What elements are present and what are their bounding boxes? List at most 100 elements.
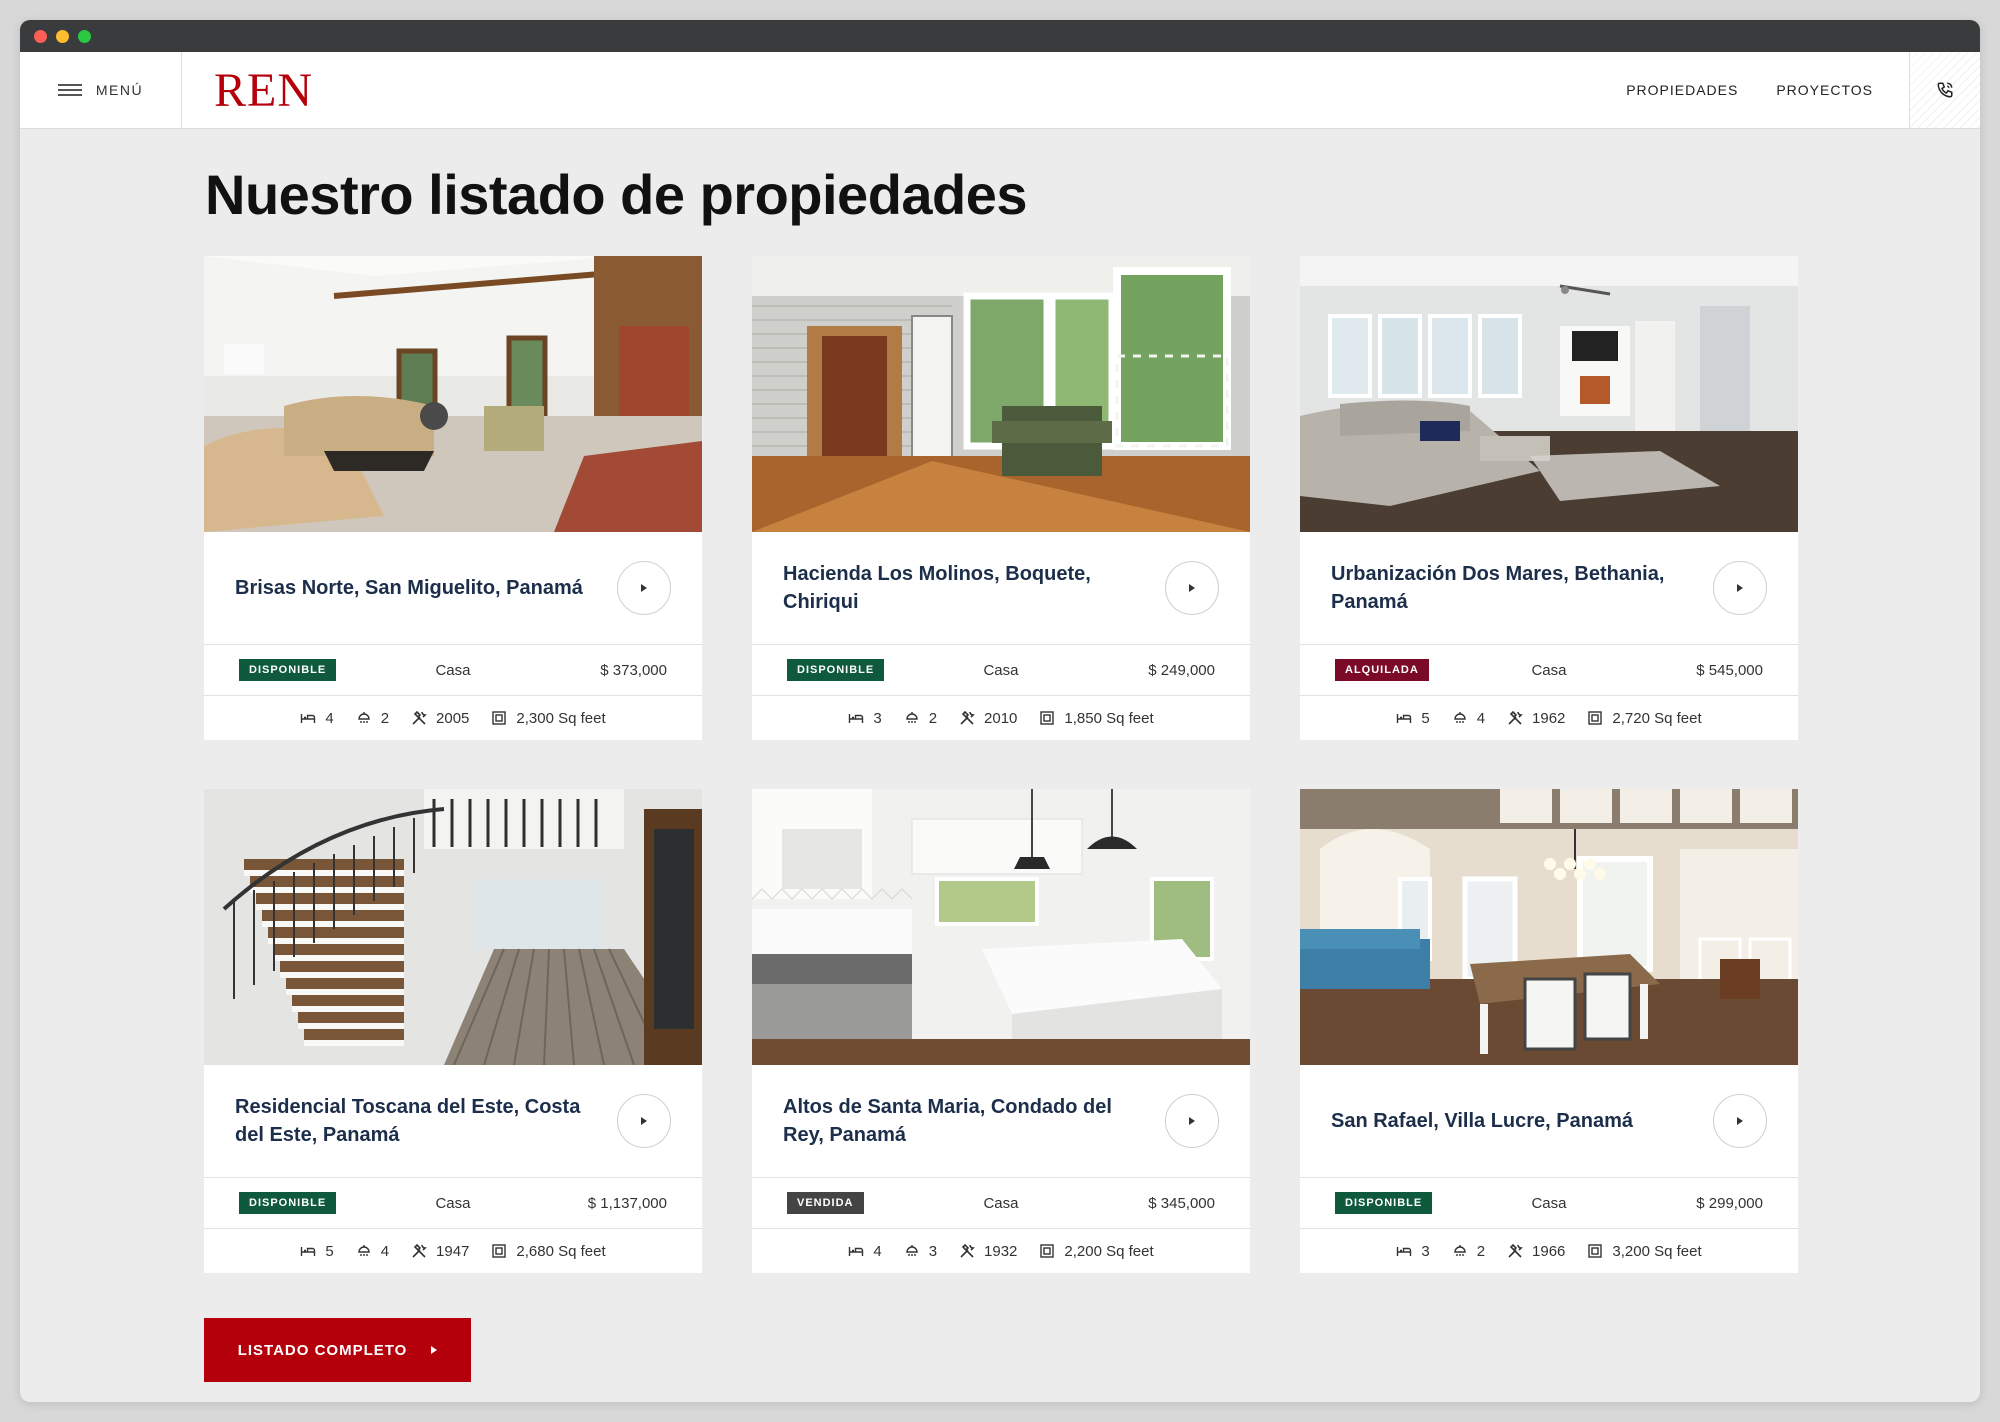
- property-type: Casa: [435, 661, 471, 679]
- nav-link-propiedades[interactable]: PROPIEDADES: [1626, 82, 1738, 98]
- property-card[interactable]: Altos de Santa Maria, Condado del Rey, P…: [752, 789, 1250, 1273]
- bathrooms: 4: [1452, 710, 1485, 727]
- property-title[interactable]: Residencial Toscana del Este, Costa del …: [235, 1093, 585, 1149]
- brand-logo[interactable]: REN: [182, 52, 313, 128]
- shower-icon: [357, 1245, 370, 1256]
- bedrooms: 3: [848, 709, 882, 727]
- property-price: $ 345,000: [1148, 1194, 1215, 1212]
- property-type: Casa: [435, 1194, 471, 1212]
- card-meta: VENDIDA Casa $ 345,000: [752, 1178, 1250, 1229]
- property-title[interactable]: San Rafael, Villa Lucre, Panamá: [1331, 1107, 1633, 1135]
- card-features: 5 4 1947 2,680 Sq feet: [204, 1229, 702, 1273]
- shower-icon: [1453, 1245, 1466, 1256]
- status-badge: DISPONIBLE: [787, 659, 885, 681]
- property-photo[interactable]: [1300, 789, 1798, 1065]
- area: 2,680 Sq feet: [491, 1243, 606, 1260]
- bathrooms-count: 2: [1476, 1242, 1486, 1260]
- property-price: $ 299,000: [1696, 1194, 1763, 1212]
- property-photo[interactable]: [204, 256, 702, 532]
- property-title[interactable]: Altos de Santa Maria, Condado del Rey, P…: [783, 1093, 1133, 1149]
- view-property-button[interactable]: [617, 1094, 671, 1148]
- year-built: 2010: [959, 710, 1017, 727]
- bathrooms-count: 4: [380, 1242, 390, 1260]
- property-price: $ 1,137,000: [587, 1194, 667, 1212]
- bed-icon: [1397, 714, 1412, 723]
- property-card[interactable]: Urbanización Dos Mares, Bethania, Panamá…: [1300, 256, 1798, 740]
- year-built-value: 1966: [1532, 1242, 1566, 1260]
- tools-icon: [412, 1243, 427, 1258]
- bed-icon: [1397, 1247, 1412, 1256]
- card-header: Hacienda Los Molinos, Boquete, Chiriqui: [752, 532, 1250, 645]
- card-header: San Rafael, Villa Lucre, Panamá: [1300, 1065, 1798, 1178]
- view-property-button[interactable]: [1713, 561, 1767, 615]
- property-photo[interactable]: [752, 256, 1250, 532]
- minimize-window-button[interactable]: [56, 29, 69, 43]
- area-value: 3,200 Sq feet: [1612, 1242, 1702, 1260]
- bedrooms-count: 5: [325, 1242, 334, 1260]
- bathrooms-count: 3: [928, 1242, 938, 1260]
- area-icon: [492, 1244, 507, 1258]
- bathrooms: 2: [1452, 1243, 1485, 1260]
- year-built: 1932: [959, 1243, 1017, 1260]
- bedrooms-count: 3: [873, 709, 882, 727]
- full-listing-button[interactable]: LISTADO COMPLETO: [204, 1318, 471, 1382]
- card-meta: DISPONIBLE Casa $ 373,000: [204, 645, 702, 696]
- property-card[interactable]: Hacienda Los Molinos, Boquete, Chiriqui …: [752, 256, 1250, 740]
- maximize-window-button[interactable]: [78, 29, 91, 43]
- view-property-button[interactable]: [1165, 561, 1219, 615]
- property-price: $ 373,000: [600, 661, 667, 679]
- phone-button[interactable]: [1909, 52, 1980, 128]
- property-card[interactable]: Residencial Toscana del Este, Costa del …: [204, 789, 702, 1273]
- year-built-value: 1932: [984, 1242, 1018, 1260]
- area-icon: [492, 711, 507, 725]
- shower-icon: [905, 1245, 918, 1256]
- chevron-right-icon: [1737, 584, 1743, 592]
- shower-icon: [1453, 712, 1466, 723]
- bathrooms-count: 2: [380, 709, 390, 727]
- year-built: 1966: [1507, 1243, 1565, 1260]
- year-built: 2005: [411, 710, 469, 727]
- tools-icon: [960, 710, 975, 725]
- bed-icon: [301, 714, 316, 723]
- year-built-value: 2010: [984, 709, 1018, 727]
- property-photo[interactable]: [752, 789, 1250, 1065]
- bedrooms-count: 4: [873, 1242, 882, 1260]
- nav-link-proyectos[interactable]: PROYECTOS: [1776, 82, 1873, 98]
- property-card[interactable]: Brisas Norte, San Miguelito, Panamá DISP…: [204, 256, 702, 740]
- view-property-button[interactable]: [1165, 1094, 1219, 1148]
- chevron-right-icon: [1189, 584, 1195, 592]
- property-card[interactable]: San Rafael, Villa Lucre, Panamá DISPONIB…: [1300, 789, 1798, 1273]
- card-meta: ALQUILADA Casa $ 545,000: [1300, 645, 1798, 696]
- property-title[interactable]: Brisas Norte, San Miguelito, Panamá: [235, 574, 583, 602]
- close-window-button[interactable]: [34, 29, 47, 43]
- area: 1,850 Sq feet: [1039, 710, 1154, 727]
- property-price: $ 249,000: [1148, 661, 1215, 679]
- property-type: Casa: [1531, 661, 1567, 679]
- year-built: 1962: [1507, 710, 1565, 727]
- bathrooms: 2: [356, 710, 389, 727]
- chevron-right-icon: [641, 584, 647, 592]
- window-titlebar: [20, 20, 1980, 52]
- browser-window: MENÚ REN PROPIEDADES PROYECTOS Nuestro l…: [20, 20, 1980, 1402]
- bedrooms: 3: [1396, 1243, 1430, 1260]
- area-icon: [1588, 711, 1603, 725]
- view-property-button[interactable]: [1713, 1094, 1767, 1148]
- area: 3,200 Sq feet: [1587, 1242, 1702, 1260]
- card-meta: DISPONIBLE Casa $ 1,137,000: [204, 1178, 702, 1229]
- property-photo[interactable]: [1300, 256, 1798, 532]
- top-navigation: MENÚ REN PROPIEDADES PROYECTOS: [20, 52, 1980, 129]
- area: 2,720 Sq feet: [1587, 710, 1702, 727]
- area: 2,200 Sq feet: [1039, 1243, 1154, 1260]
- view-property-button[interactable]: [617, 561, 671, 615]
- menu-button[interactable]: MENÚ: [20, 52, 182, 128]
- property-title[interactable]: Urbanización Dos Mares, Bethania, Panamá: [1331, 560, 1681, 616]
- listing-grid: Brisas Norte, San Miguelito, Panamá DISP…: [204, 256, 1800, 1273]
- bed-icon: [849, 1247, 864, 1256]
- page-title: Nuestro listado de propiedades: [205, 163, 1028, 226]
- hamburger-icon: [57, 84, 82, 96]
- property-title[interactable]: Hacienda Los Molinos, Boquete, Chiriqui: [783, 560, 1133, 616]
- card-features: 5 4 1962 2,720 Sq feet: [1300, 696, 1798, 740]
- property-photo[interactable]: [204, 789, 702, 1065]
- bathrooms: 4: [356, 1243, 389, 1260]
- property-type: Casa: [983, 1194, 1019, 1212]
